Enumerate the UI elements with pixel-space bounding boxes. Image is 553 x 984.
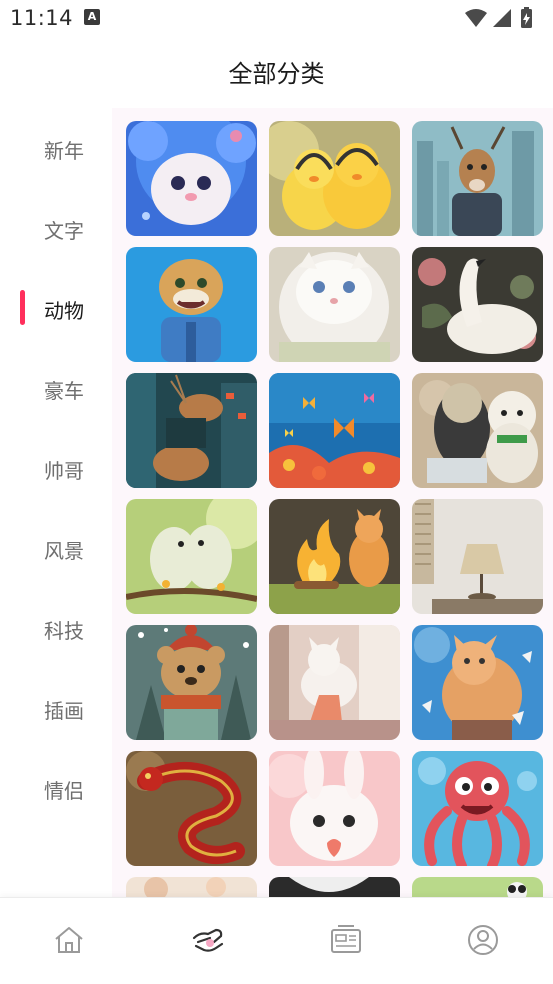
sidebar-item-label: 文字 (44, 219, 84, 243)
battery-icon (521, 7, 532, 28)
wallpaper-thumbnail-deer-neon-city[interactable] (126, 373, 257, 488)
wallpaper-grid[interactable] (112, 108, 553, 897)
sidebar-item-label: 帅哥 (44, 459, 84, 483)
wallpaper-thumbnail-lovebirds-branch[interactable] (126, 499, 257, 614)
sidebar-item-scenery[interactable]: 风景 (0, 508, 112, 588)
wallpaper-thumbnail-blue-haired-kitten[interactable] (126, 121, 257, 236)
nav-category-button[interactable] (188, 920, 228, 960)
sidebar-item-luxury-cars[interactable]: 豪车 (0, 348, 112, 428)
wallpaper-thumbnail-cat-campfire[interactable] (269, 499, 400, 614)
sidebar-item-label: 豪车 (44, 379, 84, 403)
cellular-signal-icon (493, 9, 511, 27)
category-sidebar: 新年 文字 动物 豪车 帅哥 风景 科技 插画 情侣 (0, 108, 112, 828)
sidebar-item-label: 动物 (44, 299, 84, 323)
header: 全部分类 (0, 52, 553, 96)
active-indicator (20, 290, 25, 325)
sidebar-item-label: 情侣 (44, 779, 84, 803)
accessibility-notification-icon (84, 9, 100, 25)
sidebar-item-text[interactable]: 文字 (0, 188, 112, 268)
wifi-icon (465, 9, 487, 27)
sidebar-item-new-year[interactable]: 新年 (0, 108, 112, 188)
bottom-navigation (0, 897, 553, 984)
wallpaper-thumbnail-cat-leaves[interactable] (412, 625, 543, 740)
nav-home-button[interactable] (49, 920, 89, 960)
wallpaper-thumbnail-white-swan[interactable] (412, 247, 543, 362)
status-bar: 11:14 (0, 0, 553, 36)
wallpaper-thumbnail-deer-in-city[interactable] (412, 121, 543, 236)
profile-icon (468, 925, 498, 955)
sidebar-item-illustration[interactable]: 插画 (0, 668, 112, 748)
wallpaper-thumbnail-partial-floral[interactable] (126, 877, 257, 897)
nav-profile-button[interactable] (463, 920, 503, 960)
home-icon (55, 927, 83, 953)
sidebar-item-label: 新年 (44, 139, 84, 163)
sidebar-item-label: 风景 (44, 539, 84, 563)
wallpaper-thumbnail-white-bunny-heart[interactable] (269, 751, 400, 866)
sidebar-item-label: 科技 (44, 619, 84, 643)
wallpaper-thumbnail-yellow-chicks-headphones[interactable] (269, 121, 400, 236)
sidebar-item-handsome[interactable]: 帅哥 (0, 428, 112, 508)
wallpaper-thumbnail-red-dragon[interactable] (126, 751, 257, 866)
nav-wallpaper-button[interactable] (326, 920, 366, 960)
wallpaper-thumbnail-white-fluffy-cat[interactable] (269, 247, 400, 362)
wallpaper-thumbnail-red-octopus[interactable] (412, 751, 543, 866)
page-title: 全部分类 (228, 60, 325, 88)
status-time: 11:14 (10, 6, 74, 30)
wallpaper-thumbnail-teddy-bears[interactable] (412, 373, 543, 488)
sidebar-item-couples[interactable]: 情侣 (0, 748, 112, 828)
wallpaper-thumbnail-table-lamp[interactable] (412, 499, 543, 614)
wallpaper-thumbnail-partial-panda[interactable] (412, 877, 543, 897)
category-icon (192, 928, 224, 952)
sidebar-item-animals[interactable]: 动物 (0, 268, 112, 348)
sidebar-item-tech[interactable]: 科技 (0, 588, 112, 668)
wallpaper-thumbnail-bear-scarf[interactable] (126, 625, 257, 740)
status-indicators (463, 6, 543, 30)
wallpaper-thumbnail-butterflies-flowers[interactable] (269, 373, 400, 488)
wallpaper-icon (331, 925, 361, 953)
wallpaper-thumbnail-cartoon-cheetah[interactable] (126, 247, 257, 362)
sidebar-item-label: 插画 (44, 699, 84, 723)
wallpaper-thumbnail-partial-swan[interactable] (269, 877, 400, 897)
wallpaper-thumbnail-cat-window[interactable] (269, 625, 400, 740)
